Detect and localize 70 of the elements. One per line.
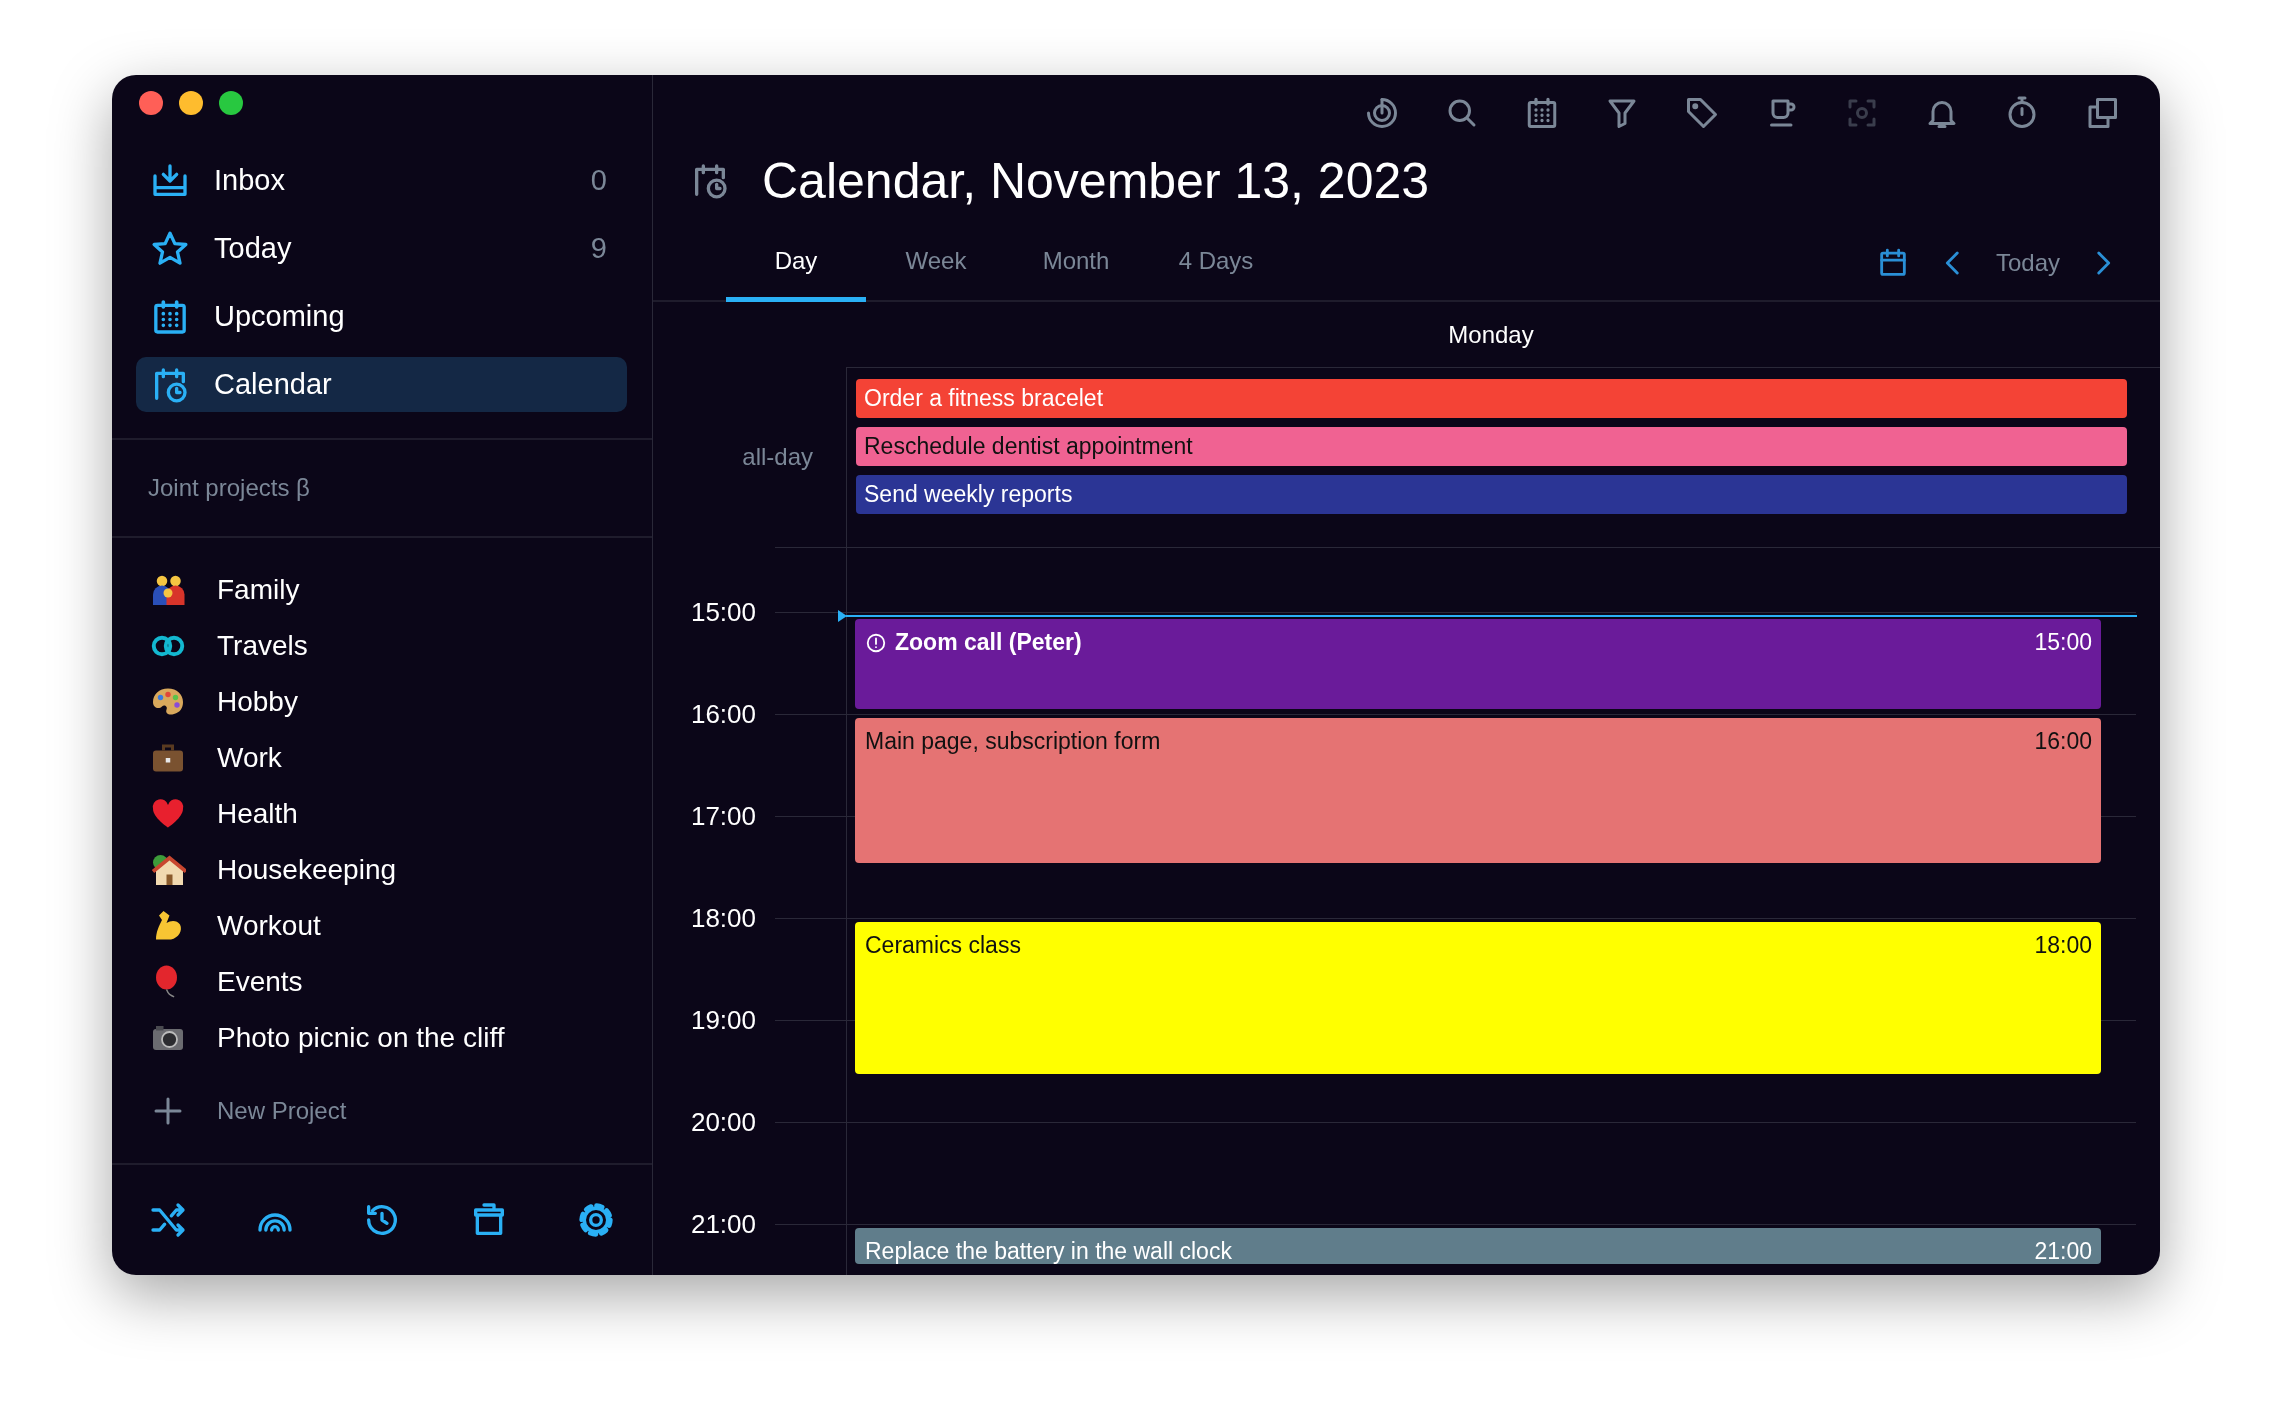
view-tab[interactable]: Day: [726, 225, 866, 302]
hour-label: 17:00: [689, 801, 756, 831]
settings-icon[interactable]: [576, 1200, 616, 1240]
hour-label: 18:00: [689, 903, 756, 933]
project-label: Family: [217, 574, 300, 606]
view-tab[interactable]: Month: [1006, 225, 1146, 302]
project-label: Events: [217, 966, 303, 998]
minimize-button[interactable]: [179, 91, 203, 115]
project-item[interactable]: Workout: [112, 898, 652, 954]
hour-label: 16:00: [689, 699, 756, 729]
project-label: Housekeeping: [217, 854, 397, 886]
new-project-button[interactable]: New Project: [112, 1083, 652, 1139]
event-time: 16:00: [2034, 728, 2092, 755]
calendar-event[interactable]: Replace the battery in the wall clock 21:00: [855, 1228, 2101, 1264]
section-title: Joint projects β: [148, 474, 310, 502]
project-item[interactable]: Housekeeping: [112, 842, 652, 898]
event-title: Main page, subscription form: [865, 728, 1161, 755]
new-project-label: New Project: [217, 1097, 347, 1125]
hour-label: 21:00: [689, 1209, 756, 1239]
hour-label: 20:00: [689, 1107, 756, 1137]
hour-label: 15:00: [689, 597, 756, 627]
project-label: Hobby: [217, 686, 298, 718]
event-time: 15:00: [2034, 629, 2092, 656]
calendar-event[interactable]: Main page, subscription form 16:00: [855, 718, 2101, 863]
day-header: Monday: [1447, 320, 1535, 349]
item-count: 0: [590, 164, 607, 197]
item-count: 9: [590, 232, 607, 265]
sidebar-item[interactable]: Calendar: [136, 357, 627, 412]
project-item[interactable]: Hobby: [112, 674, 652, 730]
project-label: Photo picnic on the cliff: [217, 1022, 505, 1054]
hour-label: 19:00: [689, 1005, 756, 1035]
item-label: Today: [214, 232, 293, 265]
project-item[interactable]: Family: [112, 562, 652, 618]
project-item[interactable]: Events: [112, 954, 652, 1010]
sidebar-item[interactable]: Upcoming: [136, 289, 627, 344]
item-label: Calendar: [214, 368, 333, 401]
close-button[interactable]: [139, 91, 163, 115]
shuffle-icon[interactable]: [148, 1200, 188, 1240]
all-day-event[interactable]: Reschedule dentist appointment: [856, 427, 2127, 466]
project-label: Health: [217, 798, 298, 830]
project-item[interactable]: Photo picnic on the cliff: [112, 1010, 652, 1066]
project-item[interactable]: Travels: [112, 618, 652, 674]
zoom-button[interactable]: [219, 91, 243, 115]
event-time: 21:00: [2034, 1238, 2092, 1265]
alert-icon: [865, 631, 887, 654]
view-tab[interactable]: 4 Days: [1146, 225, 1286, 302]
calendar-event[interactable]: Ceramics class 18:00: [855, 922, 2101, 1074]
all-day-event[interactable]: Order a fitness bracelet: [856, 379, 2127, 418]
project-item[interactable]: Work: [112, 730, 652, 786]
item-label: Upcoming: [214, 300, 346, 333]
sidebar-item[interactable]: Inbox 0: [136, 153, 627, 208]
all-day-event[interactable]: Send weekly reports: [856, 475, 2127, 514]
today-button[interactable]: Today: [1995, 248, 2060, 277]
project-item[interactable]: Health: [112, 786, 652, 842]
event-title: Ceramics class: [865, 932, 1021, 959]
sidebar-item[interactable]: Today 9: [136, 221, 627, 276]
project-label: Workout: [217, 910, 321, 942]
event-title: Replace the battery in the wall clock: [865, 1238, 1232, 1265]
house-icon: [150, 852, 186, 888]
radar-icon[interactable]: [1364, 95, 1400, 131]
tag-icon[interactable]: [1684, 95, 1720, 131]
project-label: Work: [217, 742, 282, 774]
all-day-label: all-day: [741, 442, 814, 472]
project-label: Travels: [217, 630, 308, 662]
view-tab[interactable]: Week: [866, 225, 1006, 302]
event-time: 18:00: [2034, 932, 2092, 959]
page-title: Calendar, November 13, 2023: [762, 152, 1430, 210]
calendar-event[interactable]: Zoom call (Peter) 15:00: [855, 619, 2101, 709]
item-label: Inbox: [214, 164, 286, 197]
event-title: Zoom call (Peter): [895, 629, 1082, 656]
